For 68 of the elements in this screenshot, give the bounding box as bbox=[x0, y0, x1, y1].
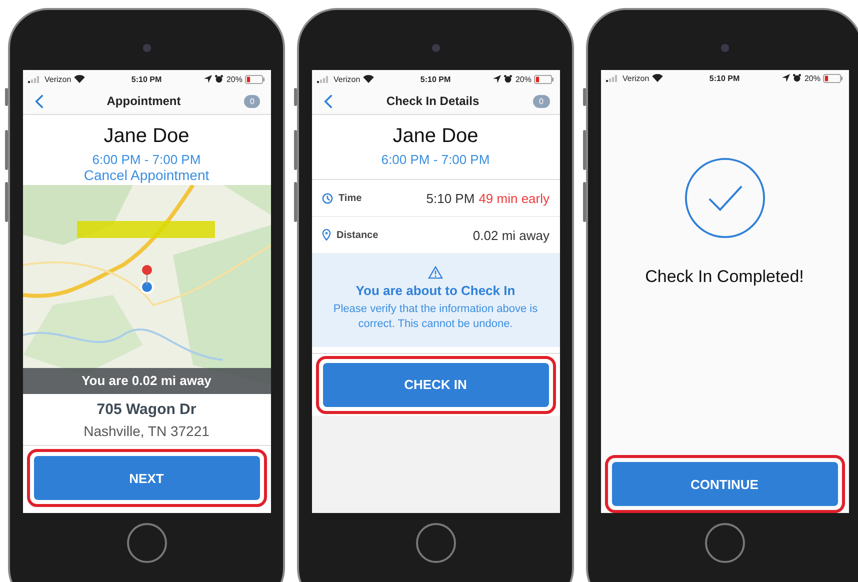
check-in-button[interactable]: CHECK IN bbox=[322, 362, 548, 407]
back-icon[interactable] bbox=[324, 94, 332, 108]
clock-time: 5:10 PM bbox=[420, 74, 451, 84]
location-arrow-icon bbox=[493, 75, 502, 83]
row-value: 0.02 mi away bbox=[472, 228, 550, 242]
location-arrow-icon bbox=[782, 74, 790, 82]
city-address: Nashville, TN 37221 bbox=[84, 423, 210, 439]
battery-icon bbox=[245, 74, 266, 84]
battery-icon bbox=[534, 74, 554, 84]
message-count-bubble[interactable]: 0 bbox=[244, 94, 260, 108]
signal-icon bbox=[316, 75, 330, 83]
battery-percent: 20% bbox=[515, 74, 532, 84]
side-button[interactable] bbox=[583, 182, 586, 222]
battery-percent: 20% bbox=[804, 74, 820, 83]
side-button[interactable] bbox=[583, 88, 586, 106]
home-button[interactable] bbox=[416, 523, 456, 563]
clock-time: 5:10 PM bbox=[131, 74, 162, 84]
carrier-label: Verizon bbox=[622, 74, 650, 83]
notice-title: You are about to Check In bbox=[356, 283, 516, 298]
cancel-appointment-link[interactable]: Cancel Appointment bbox=[84, 167, 210, 183]
camera-lens bbox=[432, 44, 440, 52]
side-button[interactable] bbox=[294, 130, 297, 170]
location-arrow-icon bbox=[204, 75, 212, 83]
clock-time: 5:10 PM bbox=[709, 74, 740, 83]
checkmark-circle-icon bbox=[684, 156, 766, 239]
street-address: 705 Wagon Dr bbox=[96, 401, 196, 418]
warning-icon bbox=[428, 266, 443, 279]
side-button[interactable] bbox=[583, 130, 586, 170]
battery-icon bbox=[823, 74, 844, 83]
next-button[interactable]: NEXT bbox=[34, 456, 260, 500]
notice-text: Please verify that the information above is correct. This cannot be undone. bbox=[332, 302, 539, 332]
row-label: Distance bbox=[336, 230, 380, 240]
early-note: 49 min early bbox=[478, 190, 550, 206]
appointment-time: 6:00 PM - 7:00 PM bbox=[92, 152, 201, 167]
wifi-icon bbox=[652, 74, 664, 82]
side-button[interactable] bbox=[294, 88, 297, 106]
screen-title: Check In Details bbox=[386, 94, 480, 108]
distance-banner: You are 0.02 mi away bbox=[22, 368, 270, 394]
client-name: Jane Doe bbox=[392, 125, 478, 148]
carrier-label: Verizon bbox=[44, 74, 72, 84]
continue-button[interactable]: CONTINUE bbox=[612, 462, 838, 506]
camera-lens bbox=[143, 44, 151, 52]
alarm-clock-icon bbox=[793, 74, 802, 82]
side-button[interactable] bbox=[5, 130, 8, 170]
side-button[interactable] bbox=[5, 88, 8, 106]
side-button[interactable] bbox=[294, 182, 297, 222]
signal-icon bbox=[606, 74, 620, 82]
home-button[interactable] bbox=[704, 523, 744, 563]
battery-percent: 20% bbox=[226, 74, 242, 84]
alarm-clock-icon bbox=[504, 75, 512, 83]
signal-icon bbox=[28, 75, 42, 83]
completion-message: Check In Completed! bbox=[645, 266, 804, 287]
client-name: Jane Doe bbox=[104, 125, 190, 148]
location-pin-icon bbox=[322, 229, 330, 241]
appointment-time: 6:00 PM - 7:00 PM bbox=[381, 152, 490, 167]
screen-title: Appointment bbox=[106, 94, 181, 108]
carrier-label: Verizon bbox=[334, 74, 360, 84]
row-value: 5:10 PM bbox=[426, 190, 475, 206]
camera-lens bbox=[721, 44, 729, 52]
wifi-icon bbox=[74, 75, 86, 83]
home-button[interactable] bbox=[126, 523, 166, 563]
alarm-clock-icon bbox=[215, 75, 224, 83]
row-label: Time bbox=[338, 192, 363, 204]
clock-icon bbox=[322, 192, 332, 204]
side-button[interactable] bbox=[5, 182, 8, 222]
wifi-icon bbox=[363, 75, 374, 83]
message-count-bubble[interactable]: 0 bbox=[533, 94, 550, 108]
back-icon[interactable] bbox=[34, 94, 44, 108]
